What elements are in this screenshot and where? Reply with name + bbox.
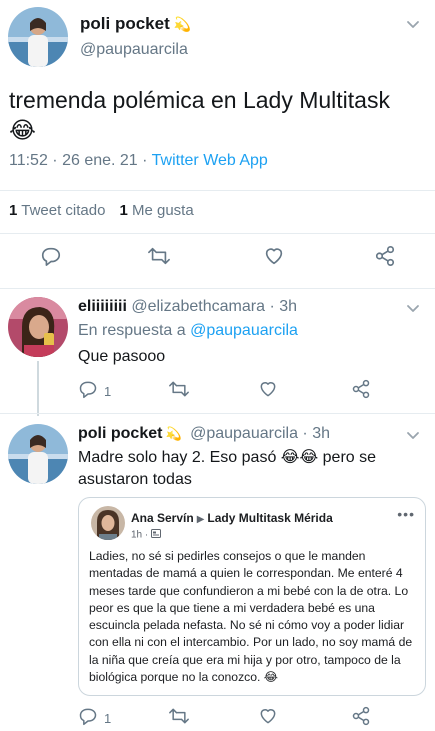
quote-label: Tweet citado [21, 202, 106, 219]
reply-time[interactable]: · 3h [302, 425, 330, 442]
timestamp-text[interactable]: 11:52 · 26 ene. 21 · [9, 152, 152, 169]
reply-time[interactable]: · 3h [269, 298, 297, 315]
share-icon [351, 706, 371, 731]
in-reply-handle[interactable]: @paupauarcila [190, 322, 298, 339]
quoted-post-header: Ana Servín ▶ Lady Multitask Mérida [131, 511, 333, 525]
sparkle-emoji: 💫 [173, 16, 192, 32]
group-privacy-icon [151, 529, 162, 541]
avatar[interactable] [8, 297, 68, 357]
like-button[interactable] [258, 706, 278, 731]
avatar[interactable] [8, 7, 68, 67]
in-reply-label: En respuesta a [78, 322, 186, 339]
laugh-emoji: 😂 [9, 117, 36, 143]
reply-header: poli pocket 💫 @paupauarcila · 3h [78, 425, 330, 443]
laugh-emoji: 😂😂 [280, 449, 319, 466]
reply-button[interactable]: 1 [78, 706, 111, 731]
reply-text-a: Madre solo hay 2. Eso pasó [78, 449, 277, 466]
retweet-icon [147, 245, 171, 272]
retweet-icon [168, 706, 190, 731]
retweet-button[interactable] [147, 245, 171, 272]
tweet-timestamp: 11:52 · 26 ene. 21 · Twitter Web App [9, 152, 268, 170]
divider [0, 288, 435, 289]
reply-text: Madre solo hay 2. Eso pasó 😂😂 pero se as… [78, 447, 423, 491]
divider [0, 413, 435, 414]
retweet-button[interactable] [168, 706, 190, 731]
arrow-right-icon: ▶ [196, 514, 205, 525]
reply-text: Que pasooo [78, 348, 166, 365]
retweet-icon [168, 379, 190, 404]
retweet-button[interactable] [168, 379, 190, 404]
more-options-icon[interactable]: ••• [397, 506, 415, 522]
reply-icon [78, 379, 98, 404]
display-name[interactable]: poli pocket 💫 [80, 14, 191, 34]
chevron-down-icon[interactable] [405, 16, 421, 37]
share-button[interactable] [351, 706, 371, 731]
divider [0, 190, 435, 191]
like-icon [258, 379, 278, 404]
quoted-author[interactable]: Ana Servín [131, 511, 194, 525]
share-icon [374, 245, 396, 272]
chevron-down-icon[interactable] [405, 300, 421, 321]
chevron-down-icon[interactable] [405, 427, 421, 448]
reply-button[interactable]: 1 [78, 379, 111, 404]
like-label: Me gusta [131, 202, 194, 219]
reply-count: 1 [104, 384, 112, 399]
like-button[interactable] [258, 379, 278, 404]
quoted-post[interactable]: Ana Servín ▶ Lady Multitask Mérida 1h · ••… [78, 497, 426, 696]
reply-icon [40, 245, 62, 272]
quoted-post-body: Ladies, no sé si pedirles consejos o que… [89, 549, 413, 685]
tweet-text-body: tremenda polémica en Lady Multitask [9, 87, 390, 113]
user-handle[interactable]: @paupauarcila [190, 425, 298, 442]
user-handle[interactable]: @paupauarcila [80, 41, 188, 59]
like-icon [258, 706, 278, 731]
share-button[interactable] [374, 245, 396, 272]
user-handle[interactable]: @elizabethcamara [131, 298, 265, 315]
tweet-text: tremenda polémica en Lady Multitask 😂 [9, 85, 429, 145]
quote-stat[interactable]: 1 Tweet citado [9, 202, 105, 219]
reply-header: eliiiiiiii @elizabethcamara · 3h [78, 298, 297, 316]
thread-line [37, 361, 39, 416]
reply-button[interactable] [40, 245, 62, 272]
source-link[interactable]: Twitter Web App [152, 152, 268, 169]
reply-count: 1 [104, 711, 112, 726]
like-stat[interactable]: 1 Me gusta [119, 202, 193, 219]
reply-icon [78, 706, 98, 731]
quote-count: 1 [9, 202, 18, 219]
like-icon [263, 245, 285, 272]
sparkle-emoji: 💫 [165, 426, 182, 441]
tweet-stats: 1 Tweet citado 1 Me gusta [9, 202, 194, 219]
avatar[interactable] [8, 424, 68, 484]
share-button[interactable] [351, 379, 371, 404]
tweet-actions [0, 245, 435, 275]
display-name[interactable]: poli pocket [78, 425, 162, 442]
quoted-time: 1h · [131, 529, 149, 541]
display-name[interactable]: eliiiiiiii [78, 298, 127, 315]
divider [0, 233, 435, 234]
in-reply-to: En respuesta a @paupauarcila [78, 322, 298, 340]
like-count: 1 [119, 202, 128, 219]
display-name-text: poli pocket [80, 14, 170, 33]
quoted-post-time: 1h · [131, 529, 162, 541]
avatar[interactable] [91, 506, 125, 540]
quoted-group[interactable]: Lady Multitask Mérida [207, 511, 332, 525]
share-icon [351, 379, 371, 404]
like-button[interactable] [263, 245, 285, 272]
